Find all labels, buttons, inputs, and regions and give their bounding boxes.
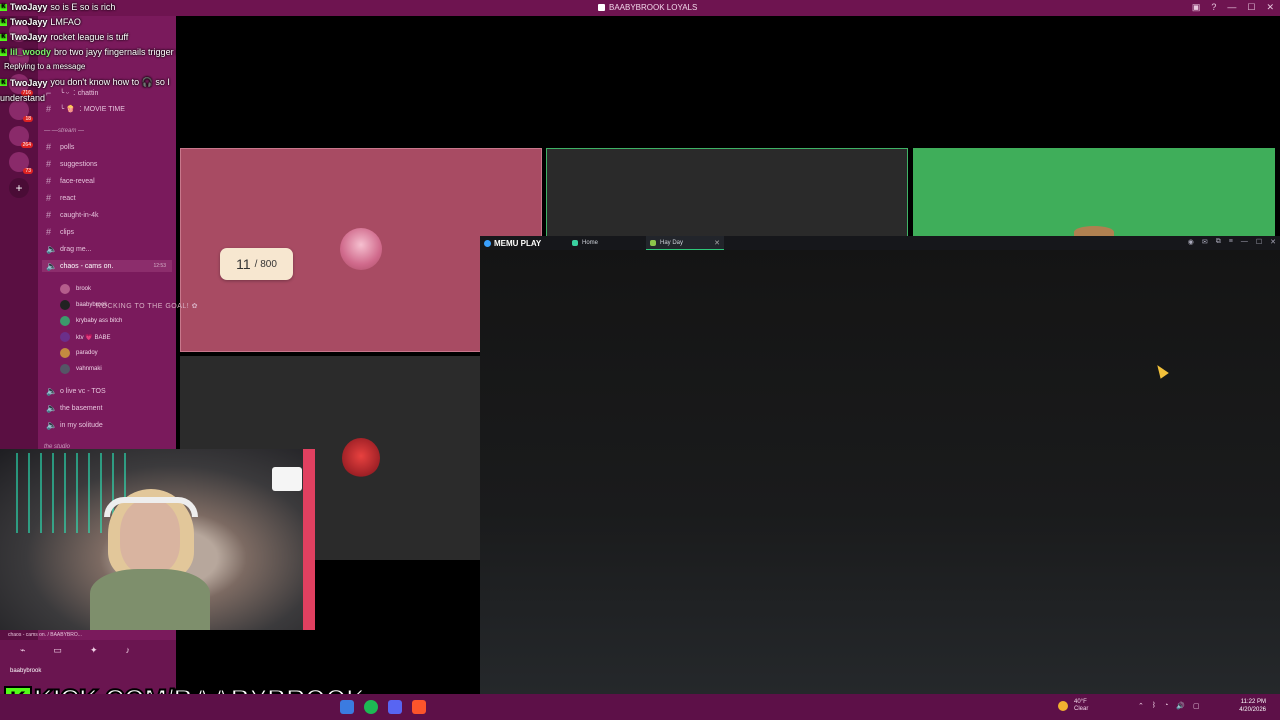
user-panel-actions: ⌁ ▭ ✦ ♪ — [20, 645, 130, 656]
voice-channel[interactable]: 🔈 the basement — [46, 403, 102, 414]
avatar — [60, 364, 70, 374]
username: baabybrook — [10, 668, 42, 674]
voice-user[interactable]: paradoy — [60, 348, 98, 358]
avatar — [60, 332, 70, 342]
chat-message: K TwoJayy rocket league is tuff — [0, 32, 129, 42]
voice-channel-active[interactable]: 🔈 chaos - cams on. 12:53 — [42, 260, 172, 272]
minimize-button[interactable]: — — [1241, 238, 1248, 246]
server-icon[interactable]: 73 — [9, 152, 33, 174]
voice-status: chaos - cams on. / BAABYBRO... — [8, 632, 82, 638]
camera-icon[interactable]: ⌁ — [20, 645, 25, 656]
memu-window[interactable]: MEMU PLAY Home Hay Day ✕ ◉ ✉ ⧉ ≡ — ☐ ✕ — [480, 236, 1280, 694]
volume-icon[interactable]: 🔊 — [1176, 702, 1185, 710]
channel-item[interactable]: # react — [46, 193, 76, 203]
channel-item[interactable]: # ╰ 🍿 ︰MOVIE TIME — [46, 104, 125, 114]
tab-home[interactable]: Home — [568, 236, 602, 250]
bluetooth-icon[interactable]: ᛒ — [1152, 702, 1156, 710]
minimize-button[interactable]: — — [1227, 2, 1236, 13]
participant-avatar — [342, 438, 380, 478]
channel-item[interactable]: # clips — [46, 227, 74, 237]
add-server-icon[interactable]: + — [9, 178, 29, 198]
window-controls: ▣ ? — ☐ ✕ — [1192, 2, 1274, 13]
screen-share-icon[interactable]: ▭ — [53, 645, 62, 656]
headset-icon — [104, 497, 198, 517]
help-icon[interactable]: ? — [1211, 2, 1216, 13]
inbox-icon[interactable]: ▣ — [1192, 2, 1201, 13]
voice-channel[interactable]: 🔈 o live vc - TOS — [46, 386, 106, 397]
chat-message: Klil_woody bro two jayy fingernails trigg… — [0, 47, 189, 57]
chat-message: understand — [0, 93, 46, 103]
taskbar: 40°F Clear ⌃ ᛒ ◔ 🔊 ▢ 11:22 PM 4/20/2026 — [0, 694, 1280, 720]
voice-user[interactable]: brook — [60, 284, 91, 294]
maximize-button[interactable]: ☐ — [1247, 2, 1255, 13]
home-icon — [572, 240, 578, 246]
notification-icon[interactable]: ▢ — [1193, 702, 1200, 710]
memu-window-controls: ◉ ✉ ⧉ ≡ — ☐ ✕ — [1188, 238, 1276, 246]
channel-category[interactable]: —·—stream — — [44, 128, 84, 134]
chevron-up-icon[interactable]: ⌃ — [1138, 702, 1144, 710]
goal-total: 800 — [260, 258, 277, 270]
moon-icon — [1058, 701, 1068, 711]
spotify-icon[interactable] — [364, 700, 378, 714]
mail-icon[interactable]: ✉ — [1202, 238, 1208, 246]
voice-user[interactable]: ktv 💗 BABE — [60, 332, 110, 342]
voice-user[interactable]: vahnmaki — [60, 364, 102, 374]
multi-instance-icon[interactable]: ⧉ — [1216, 238, 1221, 246]
system-tray: ⌃ ᛒ ◔ 🔊 ▢ — [1138, 702, 1200, 710]
taskbar-clock[interactable]: 11:22 PM 4/20/2026 — [1239, 698, 1266, 714]
close-tab-icon[interactable]: ✕ — [714, 239, 720, 247]
discord-icon[interactable] — [388, 700, 402, 714]
stream-top-area — [176, 16, 1280, 148]
channel-item[interactable]: # suggestions — [46, 159, 97, 169]
participant-tile-green[interactable] — [913, 148, 1275, 238]
memu-logo: MEMU PLAY — [484, 239, 541, 248]
window-title-text: BAABYBROOK LOYALS — [609, 3, 698, 12]
goal-counter: 11 / 800 — [220, 248, 293, 280]
obs-icon[interactable] — [340, 700, 354, 714]
brave-icon[interactable] — [412, 700, 426, 714]
participant-tile-dark[interactable] — [546, 148, 908, 238]
network-icon[interactable]: ◔ — [1164, 702, 1168, 710]
channel-item[interactable]: 🔈 drag me... — [46, 244, 92, 255]
maximize-button[interactable]: ☐ — [1256, 238, 1262, 246]
soundboard-icon[interactable]: ♪ — [125, 645, 130, 656]
channel-item[interactable]: # caught-in-4k — [46, 210, 99, 220]
account-icon[interactable]: ◉ — [1188, 238, 1194, 246]
taskbar-apps — [340, 700, 426, 714]
chat-message: K TwoJayy so is E so is rich — [0, 2, 116, 12]
memu-logo-icon — [484, 239, 491, 247]
menu-icon[interactable]: ≡ — [1229, 238, 1233, 246]
activities-icon[interactable]: ✦ — [90, 645, 98, 656]
avatar — [60, 300, 70, 310]
chat-message: K TwoJayy LMFAO — [0, 17, 81, 27]
goal-text: ROCKING TO THE GOAL! ✿ — [96, 303, 199, 310]
tab-hay-day[interactable]: Hay Day ✕ — [646, 236, 724, 250]
avatar — [60, 316, 70, 326]
hay-day-icon — [650, 239, 656, 246]
server-icon[interactable]: 18 — [9, 100, 33, 122]
avatar — [60, 348, 70, 358]
weather-widget[interactable]: 40°F Clear — [1058, 699, 1088, 713]
webcam-feed — [0, 449, 315, 630]
goal-current: 11 — [236, 256, 251, 272]
server-icon[interactable]: 264 — [9, 126, 33, 148]
channel-item[interactable]: # polls — [46, 142, 74, 152]
chat-message: K TwoJayy you don't know how to 🎧 so I — [0, 77, 170, 88]
participant-avatar — [340, 228, 382, 270]
chat-reply-indicator: Replying to a message — [4, 62, 86, 71]
close-button[interactable]: ✕ — [1270, 238, 1276, 246]
discord-icon — [598, 4, 605, 11]
voice-channel[interactable]: 🔈 in my solitude — [46, 420, 103, 431]
avatar — [60, 284, 70, 294]
channel-item[interactable]: # face-reveal — [46, 176, 95, 186]
voice-user[interactable]: krybaby ass bitch — [60, 316, 122, 326]
close-button[interactable]: ✕ — [1266, 2, 1274, 13]
window-title: BAABYBROOK LOYALS — [598, 3, 697, 12]
